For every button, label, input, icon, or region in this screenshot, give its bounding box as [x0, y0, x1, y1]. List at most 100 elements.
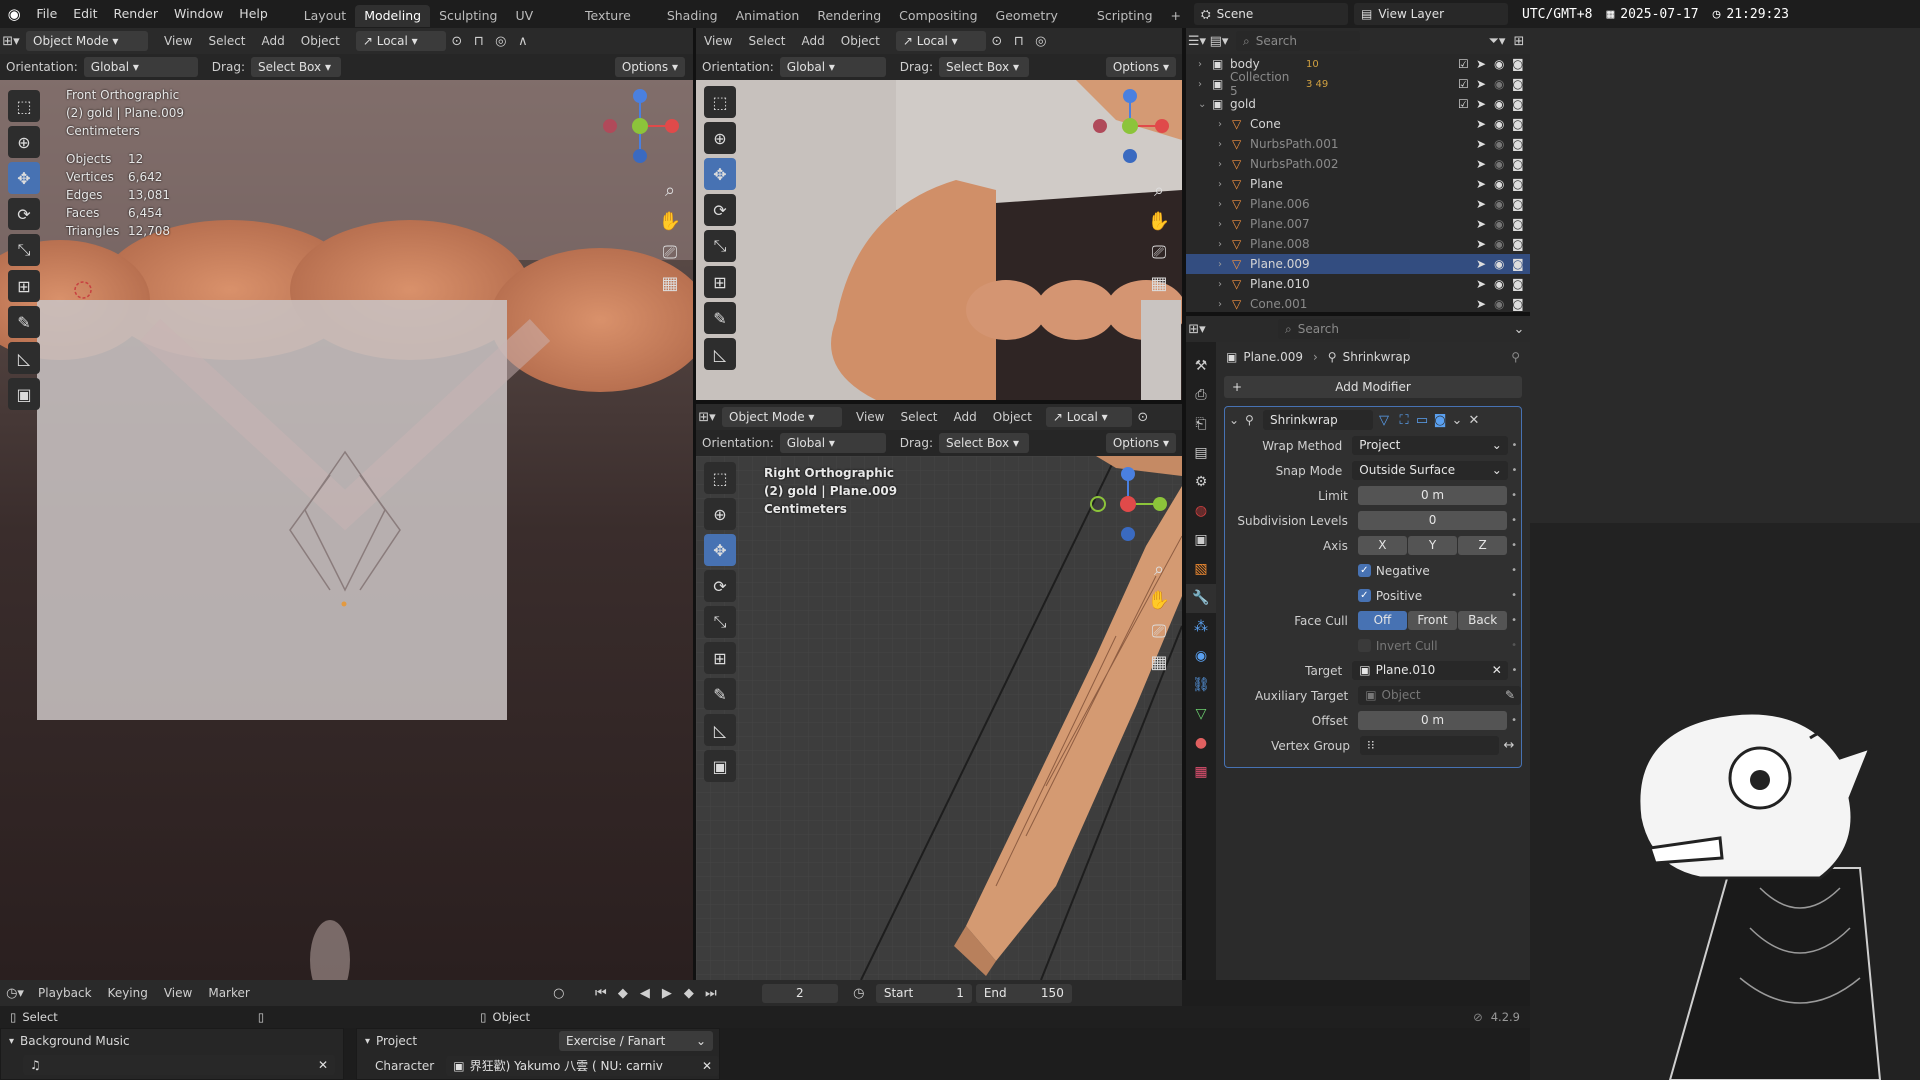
texture-tab-icon[interactable]: ▦ — [1186, 758, 1216, 787]
editor-type-icon[interactable]: ☰▾ — [1186, 31, 1208, 51]
camera-render-icon[interactable]: ◙ — [1512, 217, 1530, 231]
music-panel-header[interactable]: ▾ Background Music — [1, 1029, 343, 1053]
measure-tool-icon[interactable]: ◺ — [8, 342, 40, 374]
face-cull-back-button[interactable]: Back — [1458, 611, 1508, 630]
camera-render-icon[interactable]: ◙ — [1512, 97, 1530, 111]
pin-icon[interactable]: ⚲ — [1511, 350, 1520, 364]
chevron-right-icon[interactable]: › — [1218, 199, 1232, 210]
face-cull-front-button[interactable]: Front — [1407, 611, 1458, 630]
prev-keyframe-icon[interactable]: ◆ — [612, 983, 634, 1003]
realtime-toggle-icon[interactable]: ▭ — [1413, 410, 1431, 430]
preview-range-icon[interactable]: ◷ — [848, 983, 870, 1003]
editor-type-icon[interactable]: ⊞▾ — [0, 31, 22, 51]
drag-selector[interactable]: Select Box ▾ — [938, 433, 1029, 453]
chevron-right-icon[interactable]: › — [1218, 159, 1232, 170]
eye-icon[interactable]: ◉ — [1494, 277, 1512, 291]
options-button[interactable]: Options ▾ — [614, 57, 685, 77]
select-arrow-icon[interactable]: ➤ — [1476, 157, 1494, 171]
outliner-row[interactable]: › ▽ Plane.006 ➤ ◉ ◙ — [1186, 194, 1530, 214]
start-frame-field[interactable]: Start 1 — [875, 983, 972, 1003]
keyframe-dot-icon[interactable]: • — [1508, 440, 1521, 451]
drag-selector[interactable]: Select Box ▾ — [250, 57, 341, 77]
mode-selector[interactable]: Object Mode ▾ — [26, 31, 148, 51]
grid-icon[interactable]: ▦ — [655, 268, 685, 299]
outliner-row[interactable]: › ▽ Plane.009 ➤ ◉ ◙ — [1186, 254, 1530, 274]
menu-window[interactable]: Window — [166, 0, 231, 28]
axis-z-button[interactable]: Z — [1458, 536, 1508, 555]
select-arrow-icon[interactable]: ➤ — [1476, 237, 1494, 251]
render-toggle-icon[interactable]: ◙ — [1431, 410, 1449, 430]
physics-tab-icon[interactable]: ◉ — [1186, 642, 1216, 671]
play-reverse-icon[interactable]: ◀ — [634, 983, 656, 1003]
pan-hand-icon[interactable]: ✋ — [655, 206, 685, 237]
particles-tab-icon[interactable]: ⁂ — [1186, 613, 1216, 642]
negative-checkbox[interactable]: ✓ Negative — [1357, 564, 1507, 578]
menu-object[interactable]: Object — [833, 34, 888, 48]
tab-shading[interactable]: Shading — [658, 5, 727, 27]
top-right-viewport-canvas[interactable]: ⬚ ⊕ ✥ ⟳ ⤡ ⊞ ✎ ◺ ⌕ ✋ ⎚ ▦ — [696, 80, 1182, 400]
music-field[interactable]: ♫ ✕ — [23, 1055, 335, 1075]
exclude-checkbox[interactable]: ☑ — [1458, 77, 1476, 91]
transform-space-selector[interactable]: ↗ Local ▾ — [895, 31, 986, 51]
menu-marker[interactable]: Marker — [200, 986, 257, 1000]
tab-modeling[interactable]: Modeling — [355, 4, 431, 27]
next-keyframe-icon[interactable]: ◆ — [678, 983, 700, 1003]
tab-rendering[interactable]: Rendering — [808, 5, 890, 27]
grid-icon[interactable]: ▦ — [1144, 647, 1174, 678]
camera-render-icon[interactable]: ◙ — [1512, 117, 1530, 131]
cursor-tool-icon[interactable]: ⊕ — [8, 126, 40, 158]
add-modifier-button[interactable]: + Add Modifier — [1224, 376, 1522, 398]
tab-texture-paint[interactable]: Texture Paint — [576, 5, 658, 45]
transform-tool-icon[interactable]: ⊞ — [704, 642, 736, 674]
tab-scripting[interactable]: Scripting — [1088, 5, 1162, 27]
camera-render-icon[interactable]: ◙ — [1512, 57, 1530, 71]
options-button[interactable]: Options ▾ — [1105, 433, 1176, 453]
transform-tool-icon[interactable]: ⊞ — [8, 270, 40, 302]
select-box-tool-icon[interactable]: ⬚ — [8, 90, 40, 122]
pivot-icon[interactable]: ⊙ — [446, 31, 468, 51]
object-tab-icon[interactable]: ▧ — [1186, 555, 1216, 584]
keyframe-dot-icon[interactable]: • — [1507, 615, 1521, 626]
select-arrow-icon[interactable]: ➤ — [1476, 297, 1494, 311]
camera-render-icon[interactable]: ◙ — [1512, 297, 1530, 311]
zoom-icon[interactable]: ⌕ — [1144, 175, 1174, 206]
tab-geometry-nodes[interactable]: Geometry Nodes — [987, 5, 1088, 45]
keyframe-dot-icon[interactable]: • — [1507, 540, 1521, 551]
menu-edit[interactable]: Edit — [65, 0, 105, 28]
keyframe-dot-icon[interactable]: • — [1507, 590, 1521, 601]
menu-keying[interactable]: Keying — [100, 986, 156, 1000]
character-field[interactable]: ▣ 界狂歡) Yakumo 八雲 ( NU: carniv ✕ — [446, 1056, 719, 1076]
pivot-icon[interactable]: ⊙ — [986, 31, 1008, 51]
select-arrow-icon[interactable]: ➤ — [1476, 217, 1494, 231]
camera-render-icon[interactable]: ◙ — [1512, 157, 1530, 171]
eye-icon[interactable]: ◉ — [1494, 77, 1512, 91]
rotate-tool-icon[interactable]: ⟳ — [8, 198, 40, 230]
pivot-icon[interactable]: ⊙ — [1132, 407, 1154, 427]
camera-icon[interactable]: ⎚ — [655, 237, 685, 268]
select-arrow-icon[interactable]: ➤ — [1476, 77, 1494, 91]
rotate-tool-icon[interactable]: ⟳ — [704, 194, 736, 226]
navigation-gizmo[interactable] — [600, 86, 680, 166]
close-icon[interactable]: ✕ — [1492, 661, 1502, 680]
add-cube-tool-icon[interactable]: ▣ — [8, 378, 40, 410]
menu-view[interactable]: View — [156, 34, 200, 48]
select-box-tool-icon[interactable]: ⬚ — [704, 86, 736, 118]
modifier-tab-icon[interactable]: 🔧 — [1186, 584, 1216, 613]
jump-end-icon[interactable]: ⏭ — [700, 983, 722, 1003]
positive-checkbox[interactable]: ✓ Positive — [1357, 589, 1507, 603]
select-arrow-icon[interactable]: ➤ — [1476, 257, 1494, 271]
pan-hand-icon[interactable]: ✋ — [1144, 585, 1174, 616]
target-field[interactable]: ▣ Plane.010 ✕ — [1352, 661, 1508, 680]
drag-selector[interactable]: Select Box ▾ — [938, 57, 1029, 77]
wrap-method-dropdown[interactable]: Project ⌄ — [1352, 436, 1508, 455]
tab-sculpting[interactable]: Sculpting — [430, 5, 506, 27]
menu-render[interactable]: Render — [105, 0, 166, 28]
outliner-row[interactable]: › ▽ Cone ➤ ◉ ◙ — [1186, 114, 1530, 134]
modifier-name-field[interactable]: Shrinkwrap — [1263, 410, 1373, 430]
camera-render-icon[interactable]: ◙ — [1512, 77, 1530, 91]
menu-object[interactable]: Object — [293, 34, 348, 48]
outliner-row[interactable]: › ▽ Cone.001 ➤ ◉ ◙ — [1186, 294, 1530, 312]
keyframe-dot-icon[interactable]: • — [1507, 640, 1521, 651]
orientation-selector[interactable]: Global ▾ — [779, 57, 886, 77]
transform-space-selector[interactable]: ↗ Local ▾ — [355, 31, 446, 51]
